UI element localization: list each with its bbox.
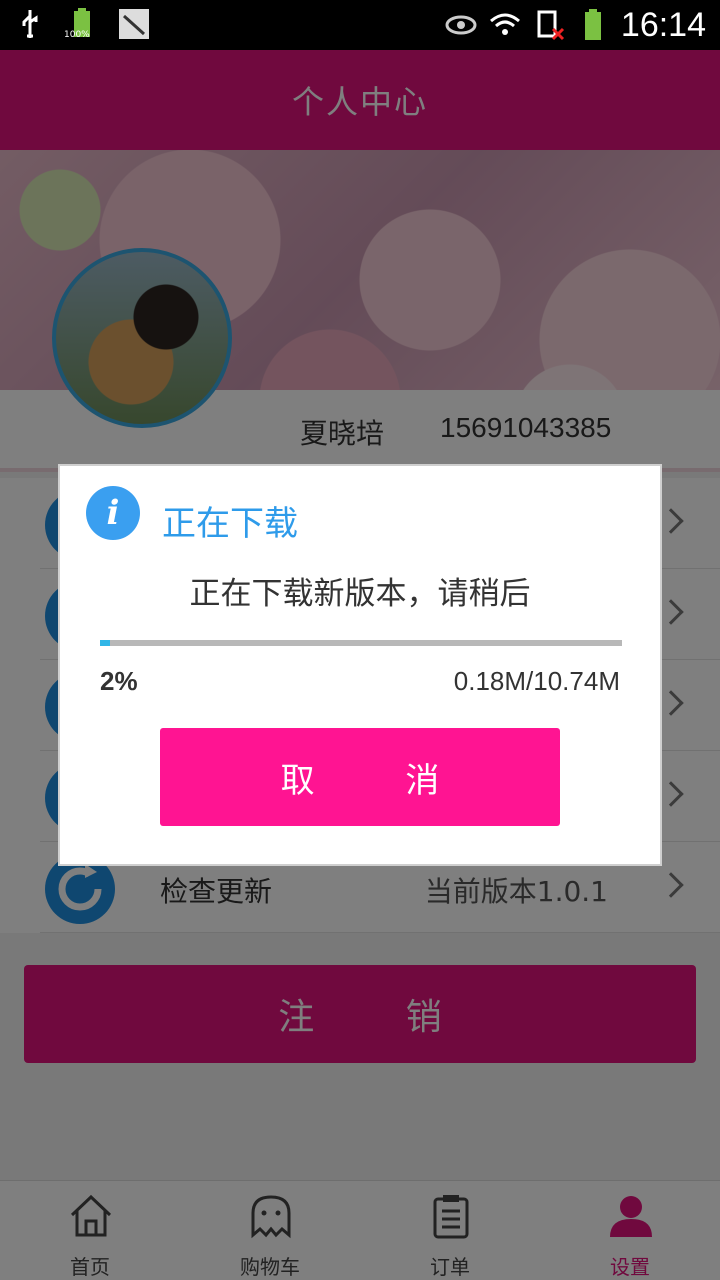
download-progress-bar (100, 640, 622, 646)
cancel-button[interactable]: 取 消 (160, 728, 560, 826)
clock: 16:14 (620, 5, 706, 44)
dialog-title: 正在下载 (162, 504, 298, 544)
progress-fill (100, 640, 111, 646)
usb-icon (22, 10, 38, 38)
download-size: 0.18M/10.74M (453, 666, 620, 696)
dialog-message: 正在下载新版本，请稍后 (189, 576, 531, 612)
battery-full-icon: 100% (64, 8, 98, 40)
progress-percent: 2% (100, 666, 138, 696)
sim-missing-icon (537, 10, 564, 41)
app-notification-icon (119, 9, 149, 39)
download-dialog: i 正在下载 正在下载新版本，请稍后 2% 0.18M/10.74M 取 消 (58, 464, 662, 866)
wifi-icon (489, 13, 520, 35)
eye-icon (445, 15, 477, 35)
battery-label: 100% (64, 30, 90, 40)
info-icon: i (86, 486, 140, 540)
battery-icon (584, 9, 601, 40)
status-bar: 100% 16:14 (0, 0, 720, 50)
